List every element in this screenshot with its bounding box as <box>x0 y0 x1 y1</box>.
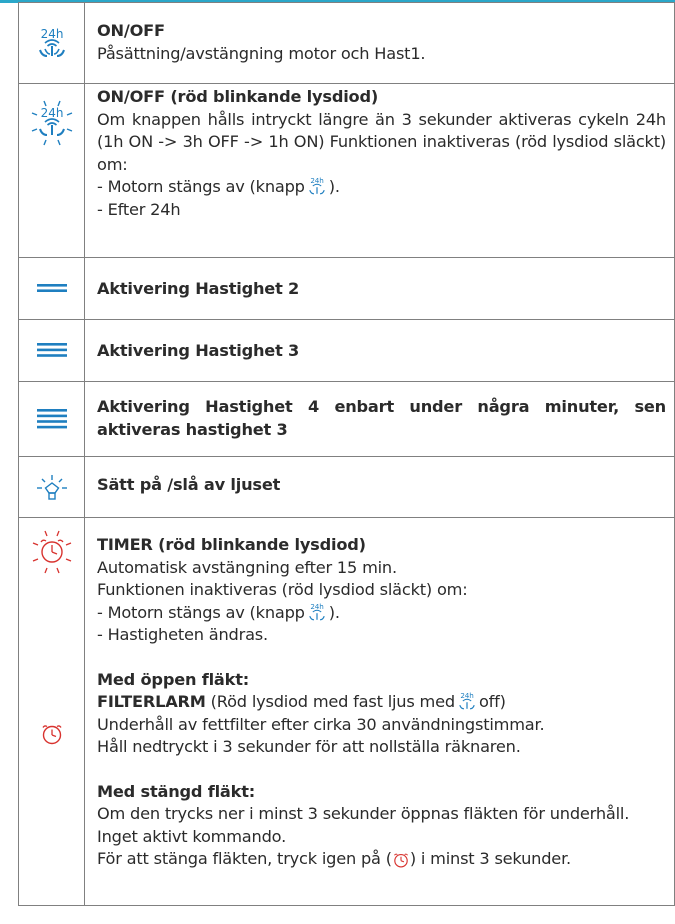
svg-text:24h: 24h <box>310 176 323 185</box>
row-text: Om den trycks ner i minst 3 sekunder öpp… <box>97 804 630 823</box>
icon-cell <box>18 517 85 906</box>
icon-cell: 24h <box>18 83 85 258</box>
row-bullet: - Hastigheten ändras. <box>97 625 268 644</box>
svg-text:24h: 24h <box>40 27 63 41</box>
timer-icon <box>393 852 409 868</box>
row-text: Funktionen inaktiveras (röd lysdiod släc… <box>97 580 468 599</box>
desc-cell: Aktivering Hastighet 2 <box>84 257 675 320</box>
table-row: 24h ON/OFF (röd blinkande lysdiod) Om kn… <box>18 83 675 258</box>
filter-line: FILTERLARM (Röd lysdiod med fast ljus me… <box>97 691 506 711</box>
svg-text:24h: 24h <box>460 691 473 700</box>
row-text: Automatisk avstängning efter 15 min. <box>97 557 397 577</box>
24h-fan-icon: 24h <box>37 27 67 59</box>
timer-blinking-icon <box>32 530 72 574</box>
desc-cell: Aktivering Hastighet 3 <box>84 319 675 382</box>
control-table: 24h ON/OFF Påsättning/avstängning motor … <box>18 2 675 906</box>
row-title: TIMER (röd blinkande lysdiod) <box>97 535 366 554</box>
row-bullet: - Efter 24h <box>97 199 181 219</box>
desc-cell: TIMER (röd blinkande lysdiod) Automatisk… <box>84 517 675 906</box>
section-title: Med öppen fläkt: <box>97 669 250 689</box>
three-lines-icon <box>36 343 67 357</box>
icon-cell <box>18 456 85 518</box>
24h-fan-icon: 24h <box>308 602 326 622</box>
row-text: Om knappen hålls intryckt längre än 3 se… <box>97 109 666 174</box>
icon-cell <box>18 319 85 382</box>
table-row: Sätt på /slå av ljuset <box>18 456 675 518</box>
row-title: Aktivering Hastighet 3 <box>97 341 300 360</box>
row-bullet: - Motorn stängs av (knapp 24h). <box>97 601 340 622</box>
icon-cell: 24h <box>18 2 85 84</box>
row-title: Sätt på /slå av ljuset <box>97 475 281 494</box>
icon-cell <box>18 381 85 457</box>
row-title: Aktivering Hastighet 2 <box>97 279 300 298</box>
light-bulb-icon <box>36 474 68 502</box>
two-lines-icon <box>36 284 67 292</box>
row-text: Håll nedtryckt i 3 sekunder för att noll… <box>97 737 521 756</box>
24h-fan-blinking-icon: 24h <box>30 95 74 151</box>
row-text: För att stänga fläkten, tryck igen på ()… <box>97 849 571 868</box>
row-text: Inget aktivt kommando. <box>97 826 287 846</box>
row-text: Påsättning/avstängning motor och Hast1. <box>97 43 426 63</box>
row-title: ON/OFF <box>97 21 165 40</box>
row-bullet: - Motorn stängs av (knapp 24h). <box>97 176 340 196</box>
svg-text:24h: 24h <box>40 106 63 120</box>
24h-fan-icon: 24h <box>458 691 476 711</box>
section-title: Med stängd fläkt: <box>97 781 256 801</box>
table-row: Aktivering Hastighet 2 <box>18 257 675 320</box>
table-row: Aktivering Hastighet 3 <box>18 319 675 382</box>
four-lines-icon <box>36 409 67 429</box>
24h-fan-icon: 24h <box>308 176 326 196</box>
row-text: Underhåll av fettfilter efter cirka 30 a… <box>97 714 545 734</box>
row-title: ON/OFF (röd blinkande lysdiod) <box>97 87 379 106</box>
svg-text:24h: 24h <box>310 602 323 611</box>
desc-cell: Sätt på /slå av ljuset <box>84 456 675 518</box>
desc-cell: Aktivering Hastighet 4 enbart under någr… <box>84 381 675 457</box>
row-title: Aktivering Hastighet 4 enbart under någr… <box>97 397 666 439</box>
table-row: TIMER (röd blinkande lysdiod) Automatisk… <box>18 517 675 906</box>
table-row: 24h ON/OFF Påsättning/avstängning motor … <box>18 2 675 84</box>
table-row: Aktivering Hastighet 4 enbart under någr… <box>18 381 675 457</box>
desc-cell: ON/OFF Påsättning/avstängning motor och … <box>84 2 675 84</box>
icon-cell <box>18 257 85 320</box>
desc-cell: ON/OFF (röd blinkande lysdiod) Om knappe… <box>84 83 675 258</box>
timer-icon <box>41 723 63 745</box>
